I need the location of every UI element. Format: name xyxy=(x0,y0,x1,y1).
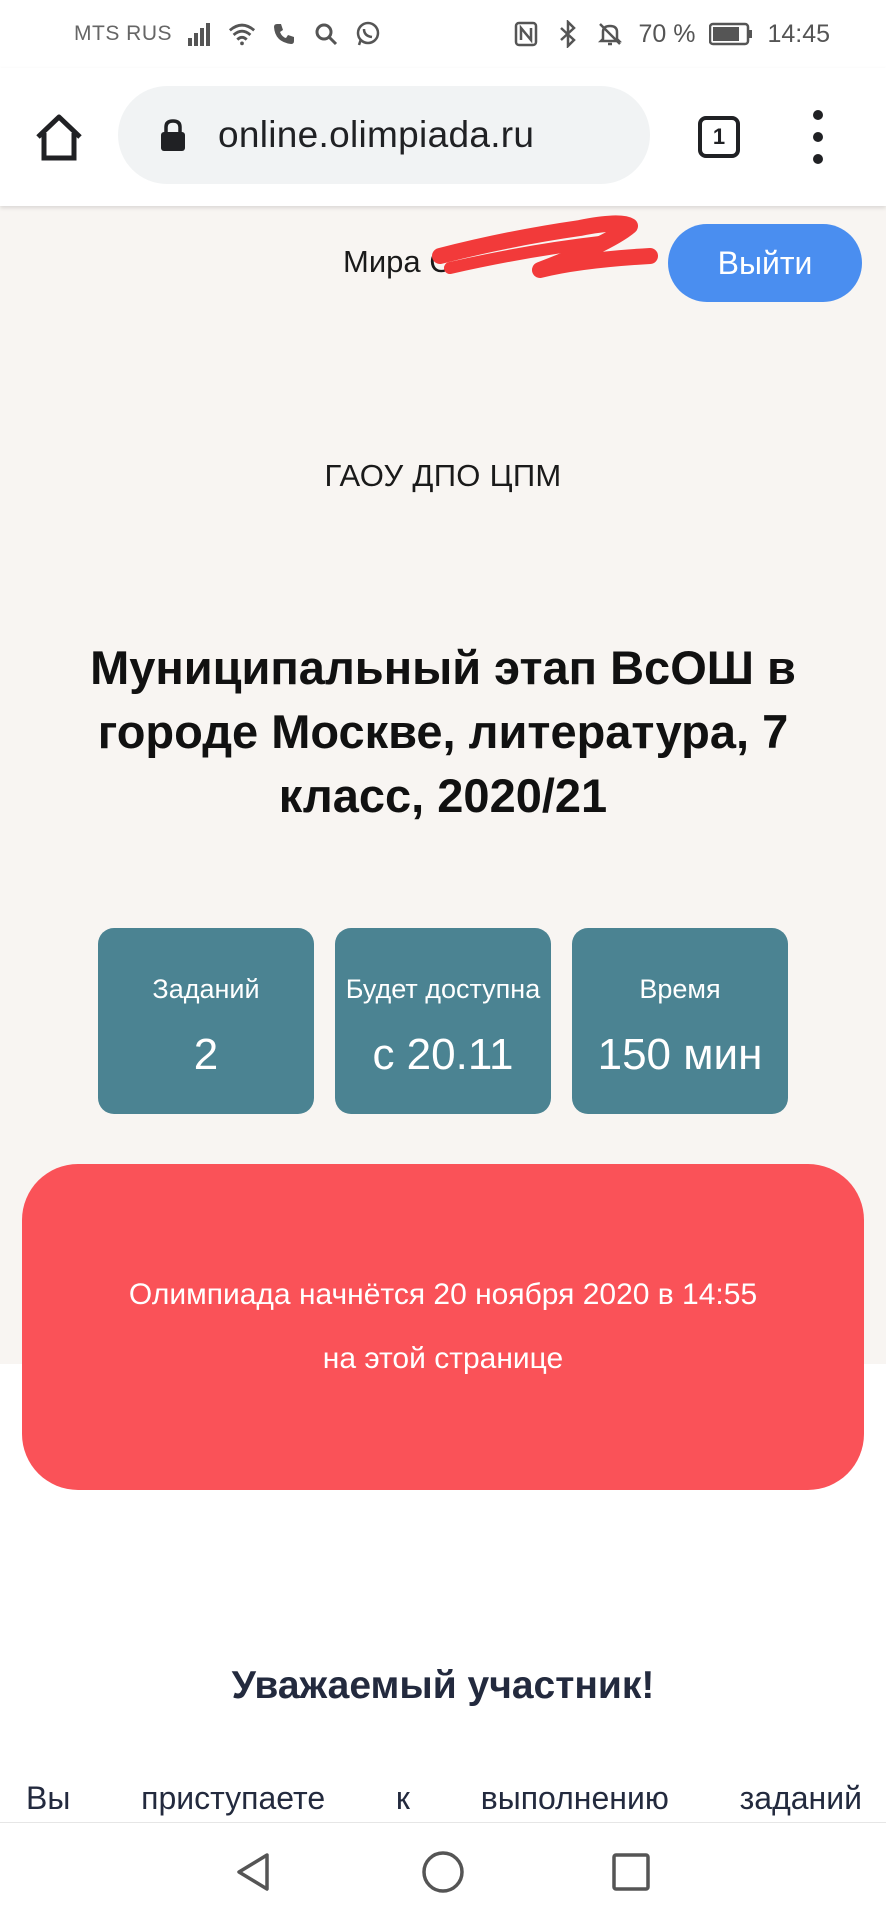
card-value: 150 мин xyxy=(597,1030,763,1079)
organizer-name: ГАОУ ДПО ЦПМ xyxy=(324,458,562,493)
back-button[interactable] xyxy=(228,1847,278,1897)
battery-percent: 70 % xyxy=(638,19,696,48)
battery-icon xyxy=(709,20,753,48)
wifi-icon xyxy=(228,20,256,48)
logout-button[interactable]: Выйти xyxy=(668,224,862,302)
olympiad-title: Муниципальный этап ВсОШ в городе Москве,… xyxy=(90,641,796,822)
url-text: online.olimpiada.ru xyxy=(218,114,535,155)
tab-count: 1 xyxy=(698,116,740,158)
alert-line: на этой странице xyxy=(322,1342,564,1375)
card-label: Время xyxy=(639,974,721,1004)
menu-dot xyxy=(813,110,823,120)
user-row: Мира С Выйти xyxy=(0,215,886,304)
status-left: MTS RUS xyxy=(74,20,382,48)
start-time-alert: Олимпиада начнётся 20 ноября 2020 в 14:5… xyxy=(22,1164,864,1490)
address-bar[interactable]: online.olimpiada.ru xyxy=(118,86,650,184)
system-nav-bar xyxy=(0,1822,886,1920)
recents-square-icon xyxy=(612,1853,650,1891)
phone-icon xyxy=(270,20,298,48)
intro-word: выполнению xyxy=(480,1780,669,1816)
status-bar: MTS RUS 70 % 14:45 xyxy=(0,0,886,68)
signal-icon xyxy=(186,20,214,48)
intro-paragraph: Вы приступаете к выполнению заданий xyxy=(26,1780,862,1817)
clock: 14:45 xyxy=(767,19,830,48)
search-icon xyxy=(312,20,340,48)
intro-word: приступаете xyxy=(141,1780,326,1816)
home-button[interactable] xyxy=(30,108,88,166)
back-triangle-icon xyxy=(237,1853,269,1891)
card-value: 2 xyxy=(193,1030,219,1079)
tasks-count-card: Заданий 2 xyxy=(98,928,314,1114)
card-label: Заданий xyxy=(152,974,260,1004)
intro-word: к xyxy=(395,1780,410,1816)
redaction-scribble xyxy=(432,215,658,278)
intro-word: Вы xyxy=(26,1780,71,1816)
tabs-button[interactable]: 1 xyxy=(694,112,744,162)
intro-word: заданий xyxy=(739,1780,862,1816)
lock-icon xyxy=(160,118,190,152)
bluetooth-icon xyxy=(554,20,582,48)
carrier-name: MTS RUS xyxy=(74,22,172,45)
overflow-menu-button[interactable] xyxy=(798,104,838,170)
mute-bell-icon xyxy=(596,20,624,48)
card-value: с 20.11 xyxy=(372,1030,514,1079)
menu-dot xyxy=(813,154,823,164)
card-label: Будет доступна xyxy=(345,974,541,1004)
info-cards: Заданий 2 Будет доступна с 20.11 Время 1… xyxy=(98,928,788,1114)
home-nav-button[interactable] xyxy=(418,1847,468,1897)
nfc-icon xyxy=(512,20,540,48)
greeting-heading: Уважаемый участник! xyxy=(231,1664,655,1707)
alert-line: Олимпиада начнётся 20 ноября 2020 в 14:5… xyxy=(128,1278,758,1311)
availability-card: Будет доступна с 20.11 xyxy=(335,928,551,1114)
whatsapp-icon xyxy=(354,20,382,48)
menu-dot xyxy=(813,132,823,142)
home-circle-icon xyxy=(422,1851,464,1893)
duration-card: Время 150 мин xyxy=(572,928,788,1114)
browser-toolbar: online.olimpiada.ru 1 xyxy=(0,68,886,206)
status-right: 70 % 14:45 xyxy=(512,20,830,49)
home-icon xyxy=(36,114,82,161)
recents-button[interactable] xyxy=(606,1847,656,1897)
